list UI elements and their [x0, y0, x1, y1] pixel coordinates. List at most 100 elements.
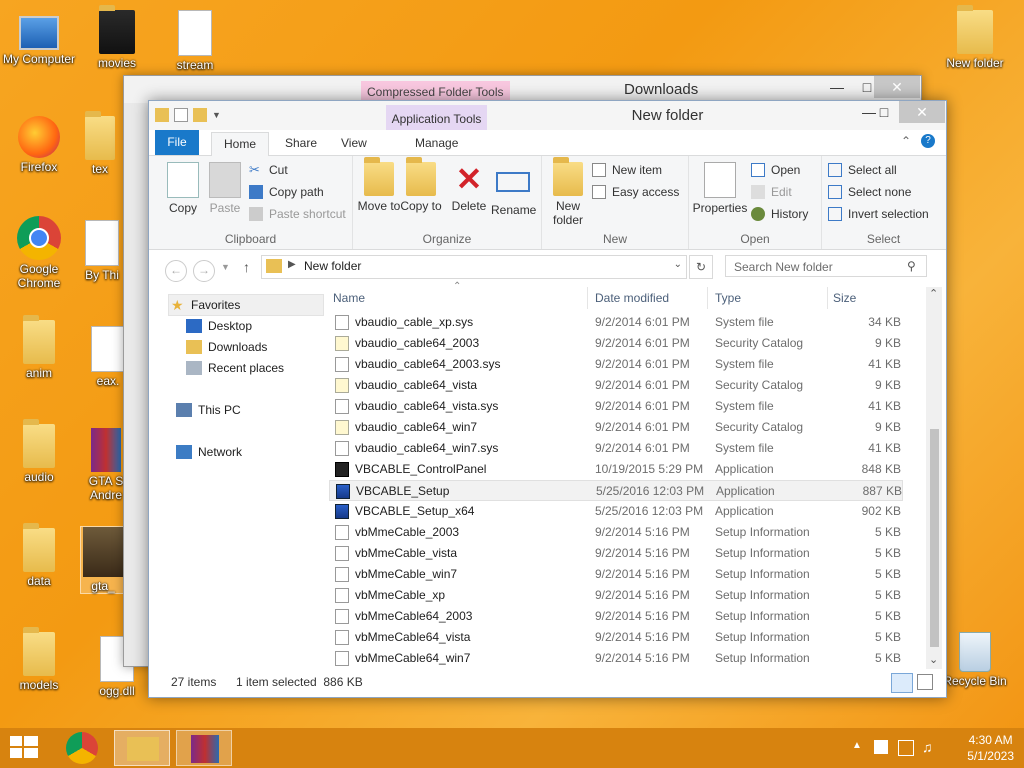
table-row[interactable]: vbMmeCable64_vista 9/2/2014 5:16 PM Setup … [329, 627, 903, 648]
close-button[interactable]: ✕ [899, 101, 945, 123]
vertical-scrollbar[interactable]: ⌃ ⌄ [926, 287, 942, 669]
details-view-button[interactable] [891, 673, 913, 693]
address-dropdown-icon[interactable]: ⌄ [674, 259, 682, 270]
nav-downloads[interactable]: Downloads [186, 337, 267, 357]
scroll-up-icon[interactable]: ⌃ [929, 287, 938, 300]
table-row[interactable]: vbaudio_cable64_vista.sys 9/2/2014 6:01 P… [329, 396, 903, 417]
table-row[interactable]: vbaudio_cable64_2003 9/2/2014 6:01 PM Secu… [329, 333, 903, 354]
copy-button[interactable]: Copy [161, 162, 205, 215]
taskbar-file-explorer[interactable] [114, 730, 170, 766]
tab-home[interactable]: Home [211, 132, 270, 156]
scrollbar-thumb[interactable] [930, 429, 939, 647]
volume-icon[interactable]: ♫ [922, 739, 933, 755]
delete-button[interactable]: ✕ Delete [447, 162, 491, 213]
maximize-button[interactable]: □ [869, 101, 899, 123]
title-bar[interactable]: ▼ Application Tools New folder — □ ✕ [149, 101, 946, 130]
search-icon[interactable]: ⚲ [907, 259, 916, 273]
tab-manage[interactable]: Manage [403, 132, 470, 154]
desktop-icon-gta-sa[interactable]: GTA S Andre [86, 428, 126, 502]
nav-network[interactable]: Network [176, 442, 242, 462]
easy-access-button[interactable]: Easy access [592, 182, 679, 202]
table-row[interactable]: vbMmeCable_xp 9/2/2014 5:16 PM Setup Infor… [329, 585, 903, 606]
desktop-icon-stream[interactable]: stream [158, 10, 232, 72]
properties-button[interactable]: Properties [691, 162, 749, 215]
table-row[interactable]: vbMmeCable64_win7 9/2/2014 5:16 PM Setup I… [329, 648, 903, 669]
table-row[interactable]: VBCABLE_Setup 5/25/2016 12:03 PM Applicati… [329, 480, 903, 501]
open-button[interactable]: Open [751, 160, 800, 180]
large-icons-view-button[interactable] [917, 674, 933, 690]
nav-desktop[interactable]: Desktop [186, 316, 252, 336]
start-button[interactable] [10, 736, 38, 760]
table-row[interactable]: vbMmeCable_2003 9/2/2014 5:16 PM Setup Inf… [329, 522, 903, 543]
copy-path-button[interactable]: Copy path [249, 182, 324, 202]
address-bar[interactable]: ▶ New folder ⌄ [261, 255, 687, 279]
new-item-button[interactable]: New item [592, 160, 662, 180]
desktop-icon-anim[interactable]: anim [2, 315, 76, 380]
nav-favorites[interactable]: ★ Favorites [168, 294, 324, 316]
desktop-icon-gta[interactable]: gta_ [80, 526, 126, 594]
desktop-icon-movies[interactable]: movies [80, 5, 154, 70]
search-input[interactable]: Search New folder [725, 255, 927, 277]
close-button[interactable]: ✕ [874, 76, 920, 98]
desktop-icon-google-chrome[interactable]: Google Chrome [2, 216, 76, 290]
scroll-down-icon[interactable]: ⌄ [929, 653, 938, 666]
rename-button[interactable]: Rename [491, 162, 536, 217]
chevron-up-icon[interactable]: ⌃ [901, 134, 911, 148]
desktop-icon-new-folder[interactable]: New folder [938, 5, 1012, 70]
desktop-icon-audio[interactable]: audio [2, 419, 76, 484]
table-row[interactable]: vbMmeCable_vista 9/2/2014 5:16 PM Setup In… [329, 543, 903, 564]
downloads-title-bar[interactable]: Compressed Folder Tools Downloads — □ ✕ [124, 76, 921, 103]
desktop-icon-tex[interactable]: tex [80, 111, 120, 176]
desktop-icon-by-thi[interactable]: By Thi [80, 220, 124, 282]
select-none-button[interactable]: Select none [828, 182, 911, 202]
table-row[interactable]: vbaudio_cable_xp.sys 9/2/2014 6:01 PM Syst… [329, 312, 903, 333]
cut-button[interactable]: ✂ Cut [249, 160, 288, 180]
desktop-icon-firefox[interactable]: Firefox [2, 116, 76, 174]
explorer-window[interactable]: ▼ Application Tools New folder — □ ✕ Fil… [148, 100, 947, 698]
tab-view[interactable]: View [329, 132, 379, 154]
copy-to-button[interactable]: Copy to [399, 157, 443, 213]
desktop-icon-models[interactable]: models [2, 627, 76, 692]
table-row[interactable]: vbaudio_cable64_win7.sys 9/2/2014 6:01 PM… [329, 438, 903, 459]
forward-button[interactable]: → [193, 260, 215, 282]
tab-file[interactable]: File [155, 130, 199, 155]
help-icon[interactable]: ? [921, 134, 935, 148]
nav-this-pc[interactable]: This PC [176, 400, 241, 420]
refresh-button[interactable]: ↻ [689, 255, 713, 279]
paste-button[interactable]: Paste [203, 162, 247, 215]
desktop-icon-my-computer[interactable]: My Computer [2, 10, 76, 66]
table-row[interactable]: VBCABLE_Setup_x64 5/25/2016 12:03 PM Appli… [329, 501, 903, 522]
desktop-icon-recycle-bin[interactable]: Recycle Bin [938, 632, 1012, 688]
taskbar-chrome[interactable] [54, 730, 110, 766]
minimize-button[interactable]: — [822, 76, 852, 98]
new-folder-button[interactable]: New folder [546, 157, 590, 227]
table-row[interactable]: vbaudio_cable64_2003.sys 9/2/2014 6:01 PM… [329, 354, 903, 375]
back-button[interactable]: ← [165, 260, 187, 282]
column-header-date[interactable]: Date modified [595, 287, 708, 309]
history-button[interactable]: History [751, 204, 808, 224]
select-all-button[interactable]: Select all [828, 160, 897, 180]
table-row[interactable]: vbaudio_cable64_win7 9/2/2014 6:01 PM Secu… [329, 417, 903, 438]
column-header-type[interactable]: Type [715, 287, 828, 309]
network-status-icon[interactable] [898, 740, 914, 756]
table-row[interactable]: vbaudio_cable64_vista 9/2/2014 6:01 PM Sec… [329, 375, 903, 396]
show-hidden-icons-icon[interactable]: ▲ [852, 740, 862, 751]
move-to-button[interactable]: Move to [357, 157, 401, 213]
edit-button[interactable]: Edit [751, 182, 792, 202]
up-button[interactable]: ↑ [243, 259, 250, 275]
desktop-icon-eax[interactable]: eax. [88, 326, 128, 388]
paste-shortcut-button[interactable]: Paste shortcut [249, 204, 346, 224]
column-header-size[interactable]: Size [833, 287, 856, 309]
breadcrumb[interactable]: New folder [304, 259, 361, 273]
nav-recent-places[interactable]: Recent places [186, 358, 284, 378]
desktop-icon-data[interactable]: data [2, 523, 76, 588]
table-row[interactable]: vbMmeCable_win7 9/2/2014 5:16 PM Setup Inf… [329, 564, 903, 585]
recent-locations-chevron-icon[interactable]: ▼ [221, 262, 230, 272]
action-center-flag-icon[interactable] [874, 740, 888, 754]
invert-selection-button[interactable]: Invert selection [828, 204, 929, 224]
table-row[interactable]: VBCABLE_ControlPanel 10/19/2015 5:29 PM Ap… [329, 459, 903, 480]
taskbar-winrar[interactable] [176, 730, 232, 766]
table-row[interactable]: vbMmeCable64_2003 9/2/2014 5:16 PM Setup I… [329, 606, 903, 627]
tab-share[interactable]: Share [273, 132, 329, 154]
clock[interactable]: 4:30 AM 5/1/2023 [967, 732, 1014, 764]
